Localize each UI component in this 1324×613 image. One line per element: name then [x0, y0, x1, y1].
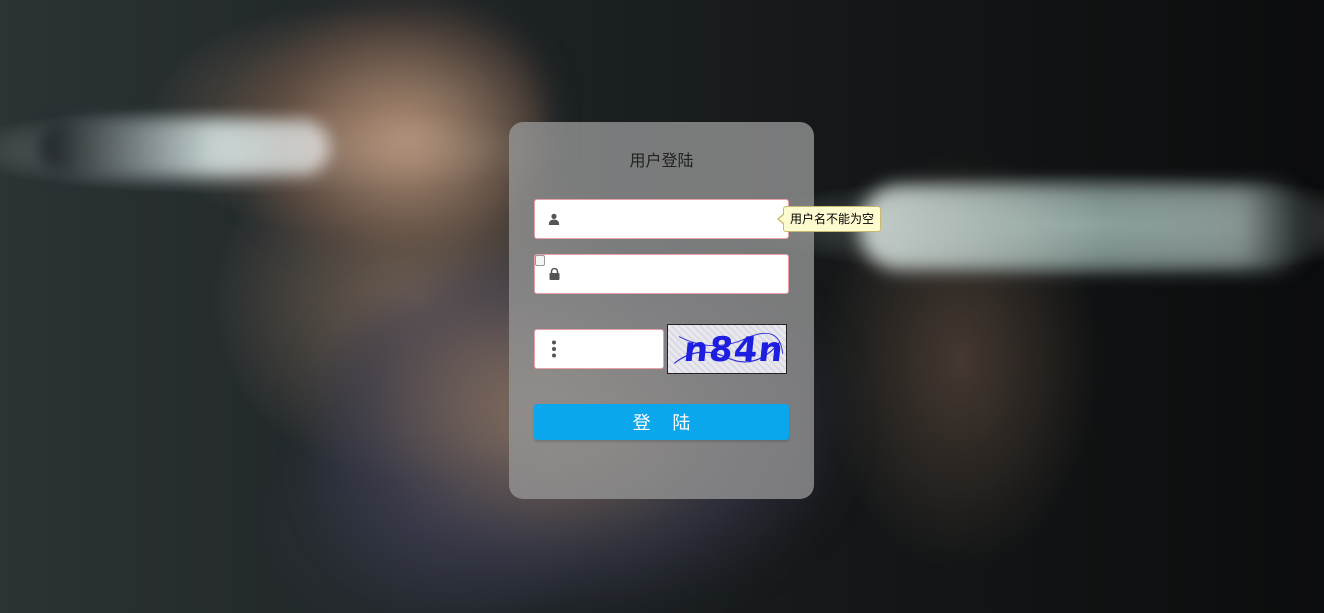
username-field[interactable]: [534, 199, 789, 239]
username-validation-tooltip: 用户名不能为空: [776, 206, 882, 232]
password-field[interactable]: [534, 254, 789, 294]
username-input[interactable]: [567, 200, 780, 238]
captcha-field[interactable]: [534, 329, 664, 369]
captcha-image[interactable]: n84n: [667, 324, 787, 374]
login-card: [509, 122, 814, 499]
background-barbell-left: [40, 120, 330, 175]
lock-icon: [547, 267, 561, 281]
captcha-input[interactable]: [567, 330, 655, 368]
login-title: 用户登陆: [629, 151, 694, 170]
login-button[interactable]: 登 陆: [534, 404, 789, 440]
captcha-text: n84n: [681, 330, 786, 370]
password-input[interactable]: [567, 255, 780, 293]
vertical-dots-icon: [547, 340, 561, 358]
password-manager-icon[interactable]: [535, 255, 545, 266]
background-barbell-right: [860, 185, 1310, 270]
user-icon: [547, 212, 561, 226]
